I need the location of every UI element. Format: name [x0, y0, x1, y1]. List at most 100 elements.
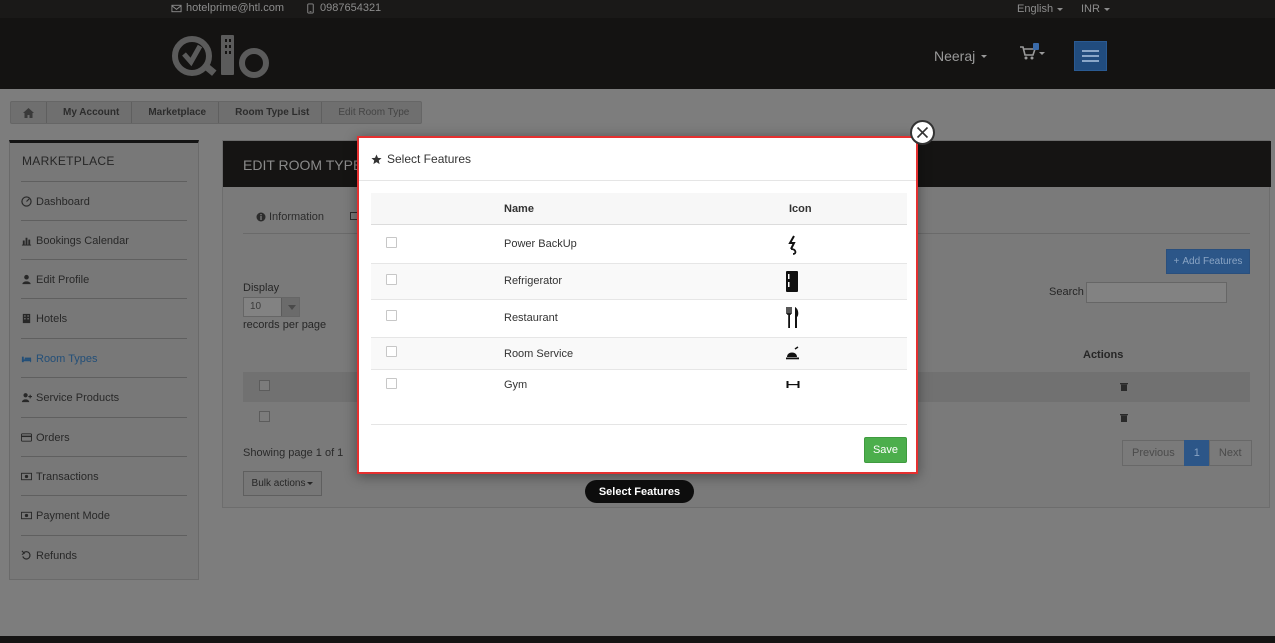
credit-card-icon	[21, 433, 32, 442]
sidebar-item-refunds[interactable]: Refunds	[21, 535, 187, 575]
chevron-down-icon	[1057, 7, 1064, 11]
money-icon	[21, 511, 32, 520]
actions-column-header: Actions	[1083, 349, 1124, 361]
close-icon	[916, 126, 929, 139]
pagination-previous[interactable]: Previous	[1122, 440, 1185, 466]
bulk-actions-button[interactable]: Bulk actions	[243, 471, 322, 496]
icon-column-header: Icon	[789, 203, 812, 215]
breadcrumb-home[interactable]	[11, 102, 47, 123]
breadcrumb-current: Edit Room Type	[338, 107, 410, 118]
modal-close-button[interactable]	[910, 120, 935, 145]
currency-dropdown[interactable]: INR	[1081, 3, 1110, 15]
bulk-actions-label: Bulk actions	[251, 478, 306, 489]
qlo-logo[interactable]	[170, 34, 270, 83]
sidebar-item-room-types[interactable]: Room Types	[21, 338, 187, 378]
trash-icon[interactable]	[1120, 382, 1128, 391]
breadcrumb: My Account Marketplace Room Type List Ed…	[10, 101, 423, 124]
hamburger-menu-button[interactable]	[1074, 41, 1107, 71]
records-per-page-label: records per page	[243, 319, 327, 331]
sidebar-item-label: Orders	[36, 431, 70, 444]
sidebar-item-bookings-calendar[interactable]: Bookings Calendar	[21, 220, 187, 260]
feature-name: Refrigerator	[504, 275, 563, 287]
chevron-down-icon	[307, 482, 314, 485]
feature-checkbox[interactable]	[386, 310, 397, 321]
home-icon	[23, 107, 34, 118]
display-label: Display	[243, 282, 280, 294]
dashboard-icon	[21, 196, 32, 207]
chevron-down-icon	[981, 54, 988, 58]
sidebar-item-edit-profile[interactable]: Edit Profile	[21, 259, 187, 299]
modal-title: Select Features	[387, 152, 472, 166]
name-column-header: Name	[504, 203, 534, 215]
sidebar-item-service-products[interactable]: Service Products	[21, 377, 187, 417]
language-label: English	[1017, 3, 1054, 15]
search-input[interactable]	[1086, 282, 1227, 303]
feature-name: Gym	[504, 379, 528, 391]
sidebar-item-label: Payment Mode	[36, 509, 110, 522]
pagination-page[interactable]: 1	[1183, 440, 1210, 466]
envelope-icon	[171, 4, 182, 12]
save-button[interactable]: Save	[864, 437, 907, 463]
sidebar-item-label: Hotels	[36, 312, 68, 325]
feature-checkbox[interactable]	[386, 274, 397, 285]
building-icon	[22, 313, 31, 324]
sidebar-item-label: Service Products	[36, 391, 120, 404]
breadcrumb-room-type-list[interactable]: Room Type List	[219, 102, 323, 123]
phone-icon	[307, 2, 314, 14]
sidebar-item-label: Room Types	[36, 352, 98, 365]
sidebar-item-hotels[interactable]: Hotels	[21, 298, 187, 338]
pagination-summary: Showing page 1 of 1	[243, 447, 344, 459]
breadcrumb-marketplace[interactable]: Marketplace	[132, 102, 220, 123]
add-features-button[interactable]: + Add Features	[1166, 249, 1250, 274]
feature-row: Gym	[371, 370, 907, 400]
hamburger-line	[1082, 55, 1099, 57]
records-per-page-select[interactable]: 10	[243, 297, 300, 317]
features-table: Name Icon Power BackUp Refrigerator Rest…	[371, 193, 907, 400]
sidebar-item-transactions[interactable]: Transactions	[21, 456, 187, 496]
pagination-next[interactable]: Next	[1208, 440, 1252, 466]
feature-row: Refrigerator	[371, 264, 907, 300]
trash-icon[interactable]	[1120, 413, 1128, 422]
sidebar-item-payment-mode[interactable]: Payment Mode	[21, 495, 187, 535]
select-features-modal: Select Features Name Icon Power BackUp R…	[357, 136, 918, 474]
sidebar-item-label: Dashboard	[36, 195, 90, 208]
select-features-tooltip: Select Features	[585, 480, 694, 503]
star-icon	[371, 153, 382, 164]
feature-checkbox[interactable]	[386, 346, 397, 357]
feature-row: Room Service	[371, 338, 907, 370]
room-service-icon	[786, 346, 799, 360]
phone-contact[interactable]: 0987654321	[305, 2, 381, 14]
email-text: hotelprime@htl.com	[186, 2, 284, 14]
chevron-down-icon	[1039, 51, 1045, 55]
currency-label: INR	[1081, 3, 1100, 15]
logo-icon	[172, 35, 269, 78]
feature-row: Restaurant	[371, 300, 907, 338]
user-menu[interactable]: Neeraj	[934, 48, 988, 64]
undo-icon	[21, 550, 31, 560]
language-dropdown[interactable]: English	[1017, 3, 1064, 15]
feature-name: Room Service	[504, 348, 574, 360]
hamburger-line	[1082, 50, 1099, 52]
sidebar-item-label: Transactions	[36, 470, 99, 483]
restaurant-icon	[786, 307, 799, 328]
feature-row: Power BackUp	[371, 225, 907, 264]
phone-text: 0987654321	[320, 2, 382, 14]
modal-header: Select Features	[359, 138, 916, 181]
row-checkbox[interactable]	[259, 380, 270, 391]
feature-checkbox[interactable]	[386, 378, 397, 389]
records-per-page-value: 10	[250, 301, 262, 312]
chevron-down-icon	[1103, 7, 1110, 11]
breadcrumb-my-account[interactable]: My Account	[47, 102, 133, 123]
row-checkbox[interactable]	[259, 411, 270, 422]
cart-menu[interactable]	[1020, 43, 1045, 60]
sidebar-item-label: Bookings Calendar	[36, 234, 129, 247]
search-label: Search	[1049, 286, 1084, 298]
email-contact[interactable]: hotelprime@htl.com	[171, 2, 284, 14]
feature-checkbox[interactable]	[386, 237, 397, 248]
tab-information[interactable]: Information	[256, 211, 324, 223]
top-contact-bar: hotelprime@htl.com 0987654321 English IN…	[0, 0, 1275, 18]
user-plus-icon	[21, 393, 32, 403]
sidebar-item-orders[interactable]: Orders	[21, 417, 187, 457]
feature-name: Power BackUp	[504, 238, 577, 250]
sidebar-item-dashboard[interactable]: Dashboard	[21, 181, 187, 221]
